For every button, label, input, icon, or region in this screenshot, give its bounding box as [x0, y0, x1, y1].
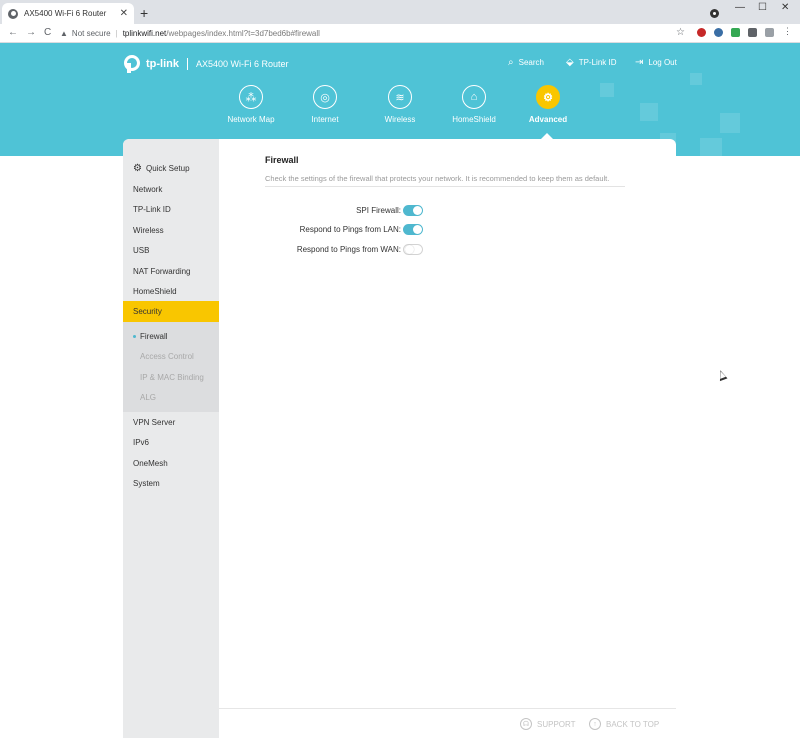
logout-icon: ⇥: [635, 57, 644, 68]
headset-icon: ☊: [520, 718, 532, 730]
wifi-icon: ≋: [388, 85, 412, 109]
sidebar-item-ipv6[interactable]: IPv6: [133, 438, 149, 447]
nav-wireless[interactable]: ≋ Wireless: [365, 85, 435, 124]
reload-icon[interactable]: C: [44, 27, 51, 38]
nav-internet[interactable]: ◎ Internet: [290, 85, 360, 124]
address-bar[interactable]: ▲ Not secure | tplinkwifi.net /webpages/…: [60, 26, 690, 41]
setting-row-ping-wan: Respond to Pings from WAN:: [265, 244, 435, 256]
minimize-button[interactable]: —: [735, 2, 745, 13]
submenu-label: Firewall: [140, 332, 168, 341]
forward-icon[interactable]: →: [26, 27, 36, 38]
arrow-up-icon: ↑: [589, 718, 601, 730]
submenu-item-alg[interactable]: ALG: [140, 393, 156, 402]
back-to-top-link[interactable]: ↑ BACK TO TOP: [589, 718, 659, 730]
url-host: tplinkwifi.net: [122, 29, 167, 38]
toggle-knob: [413, 206, 422, 215]
bookmark-star-icon[interactable]: ☆: [676, 27, 685, 38]
globe-icon: ◎: [313, 85, 337, 109]
nav-label: Internet: [311, 115, 339, 124]
user-icon: ⬙: [566, 57, 574, 68]
page-title: Firewall: [265, 155, 299, 165]
close-window-button[interactable]: ✕: [781, 2, 789, 13]
browser-tab[interactable]: AX5400 Wi-Fi 6 Router ✕: [2, 3, 134, 24]
sidebar-item-security[interactable]: Security: [133, 307, 162, 316]
extension-drive-icon[interactable]: [731, 28, 740, 37]
setting-label: Respond to Pings from WAN:: [296, 245, 401, 254]
sidebar-item-vpn-server[interactable]: VPN Server: [133, 418, 175, 427]
ping-lan-toggle[interactable]: [403, 224, 423, 235]
extension-blue-icon[interactable]: [714, 28, 723, 37]
support-label: SUPPORT: [537, 719, 576, 729]
logout-label: Log Out: [648, 58, 677, 67]
tab-search-icon[interactable]: [710, 9, 719, 18]
nav-label: Advanced: [528, 115, 568, 124]
tab-title: AX5400 Wi-Fi 6 Router: [24, 9, 107, 18]
setting-label: SPI Firewall:: [356, 206, 401, 215]
setting-label: Respond to Pings from LAN:: [299, 225, 401, 234]
setting-row-ping-lan: Respond to Pings from LAN:: [265, 224, 435, 236]
search-label: Search: [518, 58, 544, 67]
ping-wan-toggle[interactable]: [403, 244, 423, 255]
nav-advanced[interactable]: ⚙ Advanced: [513, 85, 583, 124]
toggle-knob: [413, 225, 422, 234]
setting-row-spi-firewall: SPI Firewall:: [265, 205, 435, 217]
gear-icon: ⚙: [536, 85, 560, 109]
brand-name: tp-link: [146, 58, 179, 70]
search-icon: ⌕: [508, 57, 514, 68]
network-map-icon: ⁂: [239, 85, 263, 109]
new-tab-button[interactable]: +: [140, 4, 148, 22]
sidebar-item-nat-forwarding[interactable]: NAT Forwarding: [133, 267, 191, 276]
sidebar-item-system[interactable]: System: [133, 479, 160, 488]
favicon-icon: [8, 8, 18, 19]
nav-label: Wireless: [384, 115, 416, 124]
toggle-knob: [405, 245, 414, 254]
browser-tabstrip: AX5400 Wi-Fi 6 Router ✕ + — ☐ ✕: [0, 0, 800, 24]
extension-red-icon[interactable]: [697, 28, 706, 37]
sidebar-item-label: Quick Setup: [145, 164, 190, 173]
browser-toolbar: ← → C ▲ Not secure | tplinkwifi.net /web…: [0, 24, 800, 43]
mouse-cursor-icon: [716, 368, 728, 382]
sidebar-item-quick-setup[interactable]: ⚙ Quick Setup: [133, 163, 190, 174]
submenu-item-access-control[interactable]: Access Control: [140, 352, 194, 361]
sidebar-item-onemesh[interactable]: OneMesh: [133, 459, 168, 468]
sidebar-item-homeshield[interactable]: HomeShield: [133, 287, 177, 296]
tplink-id-link[interactable]: ⬙ TP-Link ID: [566, 57, 617, 68]
sidebar-item-usb[interactable]: USB: [133, 246, 149, 255]
page-description: Check the settings of the firewall that …: [265, 174, 610, 183]
tplink-logo[interactable]: tp-link AX5400 Wi-Fi 6 Router: [124, 55, 289, 73]
extension-gray-icon[interactable]: [765, 28, 774, 37]
nav-label: HomeShield: [452, 115, 496, 124]
url-path: /webpages/index.html?t=3d7bed6b#firewall: [166, 29, 320, 38]
security-label: Not secure: [71, 29, 111, 38]
back-to-top-label: BACK TO TOP: [606, 719, 660, 729]
nav-network-map[interactable]: ⁂ Network Map: [216, 85, 286, 124]
sidebar: ⚙ Quick Setup Network TP-Link ID Wireles…: [123, 139, 219, 738]
submenu-item-ip-mac-binding[interactable]: IP & MAC Binding: [140, 373, 204, 382]
divider: [265, 186, 625, 187]
tplink-id-label: TP-Link ID: [578, 58, 617, 67]
tplink-logo-icon: [124, 55, 142, 73]
menu-dots-icon[interactable]: ⋮: [783, 26, 792, 36]
quick-setup-icon: ⚙: [133, 163, 142, 174]
sidebar-item-tplink-id[interactable]: TP-Link ID: [133, 205, 171, 214]
url-separator: |: [115, 29, 118, 38]
search-link[interactable]: ⌕ Search: [508, 57, 544, 68]
logout-link[interactable]: ⇥ Log Out: [635, 57, 677, 68]
sidebar-item-wireless[interactable]: Wireless: [133, 226, 164, 235]
active-dot-icon: [133, 335, 136, 338]
router-model: AX5400 Wi-Fi 6 Router: [196, 59, 289, 69]
homeshield-icon: ⌂: [462, 85, 486, 109]
sidebar-item-network[interactable]: Network: [133, 185, 162, 194]
extensions-puzzle-icon[interactable]: [748, 28, 757, 37]
page-footer: ☊ SUPPORT ↑ BACK TO TOP: [219, 708, 676, 738]
back-icon[interactable]: ←: [8, 27, 18, 38]
maximize-button[interactable]: ☐: [758, 2, 767, 13]
warning-icon: ▲: [60, 29, 68, 38]
spi-firewall-toggle[interactable]: [403, 205, 423, 216]
support-link[interactable]: ☊ SUPPORT: [520, 718, 576, 730]
tab-close-icon[interactable]: ✕: [120, 8, 128, 19]
nav-label: Network Map: [227, 115, 275, 124]
submenu-item-firewall[interactable]: Firewall: [133, 332, 168, 341]
nav-homeshield[interactable]: ⌂ HomeShield: [439, 85, 509, 124]
